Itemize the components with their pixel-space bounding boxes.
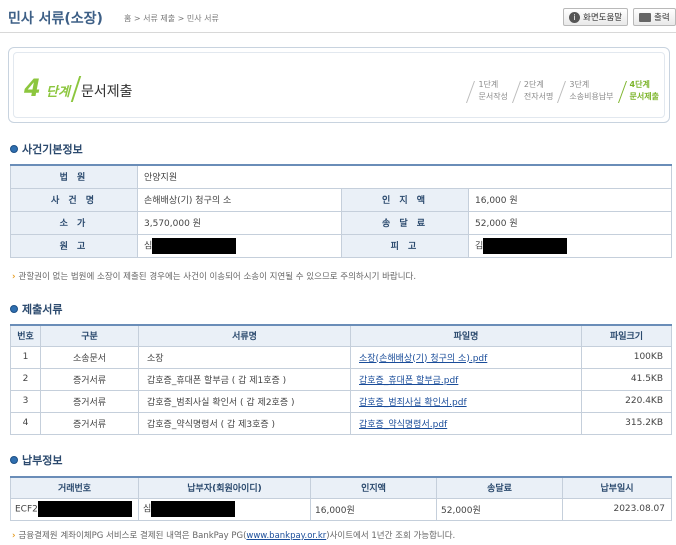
redaction-bar bbox=[37, 501, 132, 517]
col-header-type: 구분 bbox=[40, 324, 139, 347]
file-link[interactable]: 소장(손해배상(기) 청구의 소).pdf bbox=[359, 354, 487, 364]
arrow-icon: › bbox=[12, 531, 16, 541]
page-title: 민사 서류(소장) bbox=[8, 11, 103, 27]
page-header: 민사 서류(소장) 홈 > 서류 제출 > 민사 서류 i 화면도움말 출력 bbox=[0, 0, 676, 36]
printer-icon bbox=[639, 12, 651, 22]
redaction-bar bbox=[152, 237, 237, 254]
table-header-row: 거래번호 납부자(회원아이디) 인지액 송달료 납부일시 bbox=[10, 476, 672, 499]
table-row: 4 증거서류 갑호증_약식명령서 ( 갑 제3호증 ) 갑호증_약식명령서.pd… bbox=[10, 411, 672, 435]
delivery-fee-label: 송 달 료 bbox=[341, 210, 469, 235]
court-label: 법 원 bbox=[10, 164, 138, 189]
stamp-fee-label: 인 지 액 bbox=[341, 187, 469, 212]
arrow-icon: › bbox=[12, 272, 16, 282]
step-item-1: 1단계 문서작성 bbox=[470, 79, 507, 103]
case-name-value: 손해배상(기) 청구의 소 bbox=[137, 187, 342, 212]
txn-value: ECF2 bbox=[10, 497, 139, 521]
stamp-paid-value: 16,000원 bbox=[310, 497, 437, 521]
claim-amount-label: 소 가 bbox=[10, 210, 138, 235]
col-header-no: 번호 bbox=[10, 324, 41, 347]
file-link[interactable]: 갑호증_약식명령서.pdf bbox=[359, 420, 447, 430]
documents-table: 번호 구분 서류명 파일명 파일크기 1 소송문서 소장 소장(손해배상(기) … bbox=[10, 324, 672, 435]
bankpay-link[interactable]: www.bankpay.or.kr bbox=[246, 531, 326, 541]
print-button[interactable]: 출력 bbox=[633, 8, 676, 26]
table-row: 1 소송문서 소장 소장(손해배상(기) 청구의 소).pdf 100KB bbox=[10, 345, 672, 369]
col-header-delivery: 송달료 bbox=[436, 476, 563, 499]
defendant-value: 김 bbox=[468, 233, 672, 258]
jurisdiction-note: › 관할권이 없는 법원에 소장이 제출된 경우에는 사건이 이송되어 소송이 지… bbox=[12, 272, 417, 282]
step-indicator-box: 4 단계 문서제출 1단계 문서작성 2단계 전자서명 3단계 소송비용납부 4… bbox=[8, 47, 670, 123]
payment-section-title: 납부정보 bbox=[10, 452, 62, 468]
payment-table: 거래번호 납부자(회원아이디) 인지액 송달료 납부일시 ECF2 심 16,0… bbox=[10, 476, 672, 521]
step-list: 1단계 문서작성 2단계 전자서명 3단계 소송비용납부 4단계 문서제출 bbox=[462, 79, 659, 103]
current-step-number: 4 bbox=[24, 74, 41, 102]
header-divider bbox=[0, 32, 676, 33]
print-button-label: 출력 bbox=[654, 13, 670, 23]
help-button-label: 화면도움말 bbox=[583, 13, 623, 23]
step-item-2: 2단계 전자서명 bbox=[516, 79, 553, 103]
stamp-fee-value: 16,000 원 bbox=[468, 187, 672, 212]
current-step-unit: 단계 bbox=[46, 85, 70, 100]
current-step-name: 문서제출 bbox=[81, 84, 133, 100]
col-header-file-name: 파일명 bbox=[350, 324, 582, 347]
case-name-label: 사 건 명 bbox=[10, 187, 138, 212]
claim-amount-value: 3,570,000 원 bbox=[137, 210, 342, 235]
bankpay-note: › 금융결제원 계좌이체PG 서비스로 결제된 내역은 BankPay PG(ww… bbox=[12, 531, 456, 541]
bullet-icon bbox=[10, 305, 18, 313]
plaintiff-value: 심 bbox=[137, 233, 342, 258]
table-row: 소 가 3,570,000 원 송 달 료 52,000 원 bbox=[10, 210, 672, 235]
info-icon: i bbox=[569, 11, 580, 23]
table-row: ECF2 심 16,000원 52,000원 2023.08.07 bbox=[10, 497, 672, 521]
table-row: 원 고 심 피 고 김 bbox=[10, 233, 672, 258]
payer-value: 심 bbox=[138, 497, 311, 521]
delivery-fee-value: 52,000 원 bbox=[468, 210, 672, 235]
col-header-file-size: 파일크기 bbox=[581, 324, 672, 347]
breadcrumb: 홈 > 서류 제출 > 민사 서류 bbox=[124, 14, 219, 23]
defendant-label: 피 고 bbox=[341, 233, 469, 258]
step-item-3: 3단계 소송비용납부 bbox=[561, 79, 613, 103]
table-row: 2 증거서류 갑호증_휴대폰 할부금 ( 갑 제1호증 ) 갑호증_휴대폰 할부… bbox=[10, 367, 672, 391]
table-row: 법 원 안양지원 bbox=[10, 164, 672, 189]
col-header-txn: 거래번호 bbox=[10, 476, 139, 499]
file-link[interactable]: 갑호증_휴대폰 할부금.pdf bbox=[359, 376, 458, 386]
col-header-date: 납부일시 bbox=[562, 476, 672, 499]
documents-section-title: 제출서류 bbox=[10, 301, 62, 317]
table-header-row: 번호 구분 서류명 파일명 파일크기 bbox=[10, 324, 672, 347]
case-info-section-title: 사건기본정보 bbox=[10, 141, 83, 157]
col-header-payer: 납부자(회원아이디) bbox=[138, 476, 311, 499]
bullet-icon bbox=[10, 456, 18, 464]
redaction-bar bbox=[151, 501, 236, 517]
redaction-bar bbox=[483, 237, 568, 254]
col-header-doc-name: 서류명 bbox=[138, 324, 351, 347]
plaintiff-label: 원 고 bbox=[10, 233, 138, 258]
table-row: 사 건 명 손해배상(기) 청구의 소 인 지 액 16,000 원 bbox=[10, 187, 672, 212]
bullet-icon bbox=[10, 145, 18, 153]
col-header-stamp: 인지액 bbox=[310, 476, 437, 499]
court-value: 안양지원 bbox=[137, 164, 672, 189]
help-button[interactable]: i 화면도움말 bbox=[563, 8, 629, 26]
step-item-4: 4단계 문서제출 bbox=[622, 79, 659, 103]
payment-date-value: 2023.08.07 bbox=[562, 497, 672, 521]
case-info-table: 법 원 안양지원 사 건 명 손해배상(기) 청구의 소 인 지 액 16,00… bbox=[10, 164, 672, 258]
file-link[interactable]: 갑호증_범죄사실 확인서.pdf bbox=[359, 398, 467, 408]
table-row: 3 증거서류 갑호증_범죄사실 확인서 ( 갑 제2호증 ) 갑호증_범죄사실 … bbox=[10, 389, 672, 413]
delivery-paid-value: 52,000원 bbox=[436, 497, 563, 521]
